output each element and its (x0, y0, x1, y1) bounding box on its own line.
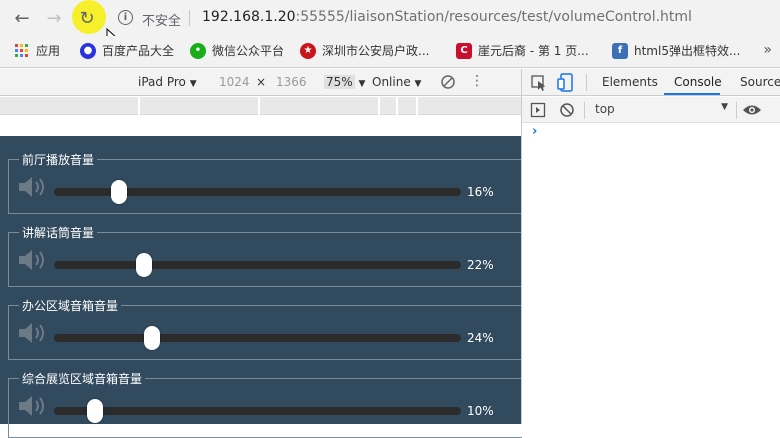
console-prompt[interactable]: › (532, 124, 537, 139)
eye-icon[interactable] (742, 103, 762, 117)
zoom-select[interactable]: 75% ▼ (324, 75, 365, 89)
speaker-icon[interactable] (17, 174, 49, 200)
devtools-tab-bar: Elements Console Sources (522, 69, 780, 96)
bookmark-wechat[interactable]: • 微信公众平台 (190, 42, 284, 59)
media-query-ruler (0, 97, 521, 115)
volume-group: 综合展览区域音箱音量 10% (8, 370, 522, 438)
f-logo-icon: f (612, 42, 628, 59)
volume-label: 综合展览区域音箱音量 (19, 370, 146, 387)
baidu-paw-icon: ● (80, 42, 96, 59)
volume-percent: 24% (467, 331, 494, 345)
volume-slider-thumb[interactable] (135, 253, 152, 277)
dimension-times: × (256, 75, 267, 89)
arrow-left-icon: ← (14, 7, 30, 29)
device-toolbar: iPad Pro ▼ 1024 × 1366 75% ▼ Online ▼ ⋮ (0, 69, 521, 96)
tab-sources[interactable]: Sources (740, 75, 780, 89)
toolbar-divider (586, 74, 587, 91)
volume-label: 前厅播放音量 (19, 151, 98, 168)
more-options-icon[interactable]: ⋮ (470, 73, 484, 89)
bookmark-shenzhen-police[interactable]: ★ 深圳市公安局户政... (300, 42, 429, 59)
bookmark-html5[interactable]: f html5弹出框特效... (612, 42, 740, 59)
volume-slider-track[interactable] (54, 334, 461, 342)
c-logo-icon: C (456, 42, 472, 59)
viewport-margin (0, 115, 521, 136)
volume-label: 办公区域音箱音量 (19, 297, 122, 314)
volume-percent: 22% (467, 258, 494, 272)
url-path: /liaisonStation/resources/test/volumeCon… (344, 9, 692, 25)
active-tab-indicator (664, 93, 720, 95)
browser-toolbar: ← → ↻ i 不安全 192.168.1.20:55555/liaisonSt… (0, 0, 780, 48)
volume-label: 讲解话筒音量 (19, 224, 98, 241)
back-button[interactable]: ← (12, 7, 32, 29)
caret-down-icon: ▼ (414, 79, 422, 89)
speaker-icon[interactable] (17, 320, 49, 346)
device-width-input[interactable]: 1024 (219, 75, 250, 89)
tab-elements[interactable]: Elements (602, 75, 658, 89)
volume-slider-track[interactable] (54, 261, 461, 269)
police-emblem-icon: ★ (300, 42, 316, 59)
rotate-icon[interactable] (440, 74, 456, 90)
speaker-icon[interactable] (17, 247, 49, 273)
volume-group: 讲解话筒音量 22% (8, 224, 522, 287)
url-host: 192.168.1.20 (202, 9, 296, 25)
volume-percent: 16% (467, 185, 494, 199)
toolbar-divider (736, 102, 737, 119)
security-label[interactable]: 不安全 (142, 10, 181, 29)
forward-button[interactable]: → (44, 7, 64, 29)
volume-slider-thumb[interactable] (143, 326, 160, 350)
caret-down-icon: ▼ (721, 102, 728, 112)
tab-console[interactable]: Console (674, 75, 722, 89)
arrow-right-icon: → (46, 7, 62, 29)
address-bar[interactable]: 192.168.1.20:55555/liaisonStation/resour… (202, 9, 692, 25)
clear-console-icon[interactable] (559, 102, 575, 118)
devtools-panel: Elements Console Sources top ▼ › (521, 69, 780, 424)
volume-percent: 10% (467, 404, 494, 418)
info-icon[interactable]: i (118, 10, 133, 25)
reload-button[interactable]: ↻ (77, 7, 97, 29)
context-select[interactable]: top ▼ (592, 102, 728, 118)
wechat-icon: • (190, 42, 206, 59)
address-divider (189, 10, 190, 26)
sidebar-toggle-icon[interactable] (530, 102, 546, 118)
reload-icon: ↻ (79, 7, 95, 29)
caret-down-icon: ▼ (358, 79, 366, 89)
page-viewport: 前厅播放音量 16% 讲解话筒音量 22% 办公区域音箱音量 24% 综合展览区… (0, 136, 522, 438)
bookmark-forum[interactable]: C 崖元后裔 - 第 1 页... (456, 42, 589, 59)
device-select[interactable]: iPad Pro ▼ (138, 75, 197, 89)
volume-slider-track[interactable] (54, 407, 461, 415)
bookmarks-overflow-button[interactable]: » (763, 42, 772, 58)
bookmarks-bar: 应用 ● 百度产品大全 • 微信公众平台 ★ 深圳市公安局户政... C 崖元后… (0, 36, 780, 68)
inspect-element-icon[interactable] (528, 69, 550, 96)
apps-grid-icon (15, 43, 28, 57)
device-height-input[interactable]: 1366 (276, 75, 307, 89)
volume-group: 前厅播放音量 16% (8, 151, 522, 214)
bookmark-baidu[interactable]: ● 百度产品大全 (80, 42, 174, 59)
url-port: :55555 (295, 9, 345, 25)
throttle-select[interactable]: Online ▼ (372, 75, 421, 89)
volume-group: 办公区域音箱音量 24% (8, 297, 522, 360)
console-toolbar: top ▼ (522, 97, 780, 123)
caret-down-icon: ▼ (189, 79, 197, 89)
bookmark-apps[interactable]: 应用 (14, 42, 60, 59)
volume-slider-thumb[interactable] (111, 180, 128, 204)
device-toggle-icon[interactable] (556, 69, 578, 96)
toolbar-divider (584, 102, 585, 119)
speaker-icon[interactable] (17, 393, 49, 419)
volume-slider-thumb[interactable] (86, 399, 103, 423)
